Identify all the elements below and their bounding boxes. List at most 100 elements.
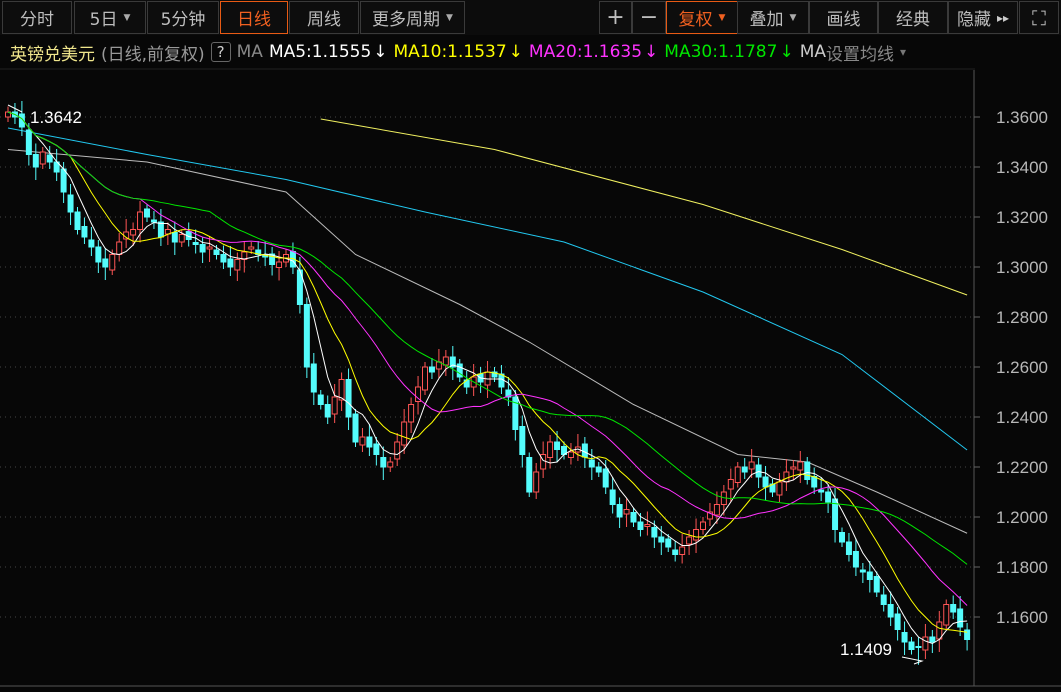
caret-down-icon: ▼ [718, 12, 726, 23]
toolbar: 分时 5日 ▼ 5分钟 日线 周线 更多周期 ▼ + − 复权 ▼ 叠加 ▼ 画线 经典 隐藏 ▸▸ ⛶ [0, 0, 1061, 35]
toolbar-button-2[interactable]: 画线 [809, 1, 878, 34]
tab-1[interactable]: 5日 ▼ [74, 1, 146, 34]
candle-up [109, 254, 116, 271]
ma-settings-label[interactable]: MA [800, 42, 826, 62]
ma20-line [7, 111, 968, 606]
candle-down [227, 258, 234, 268]
candle-down [81, 226, 88, 238]
candle-down [67, 194, 74, 213]
ma30-value: MA30:1.1787 [664, 42, 778, 62]
help-button[interactable]: ? [210, 42, 231, 62]
candle-down [915, 646, 922, 648]
candle-down [804, 461, 811, 480]
candle-up [734, 466, 741, 483]
candlestick-chart[interactable]: 1.3600 1.3400 1.3200 1.3000 1.2800 1.2600 1.24… [0, 0, 1061, 692]
candle-down [192, 242, 199, 245]
plus-icon: + [606, 5, 625, 30]
toolbar-button-1[interactable]: 叠加 ▼ [737, 1, 809, 34]
y-tick-label: 1.3600 [996, 108, 1048, 127]
double-arrow-icon: ▸▸ [996, 10, 1010, 25]
ma20-value: MA20:1.1635 [528, 42, 643, 62]
ma10-line [7, 111, 968, 633]
candle-down [880, 594, 887, 605]
candle-down [672, 549, 679, 555]
chart-mode: (日线,前复权) [101, 44, 205, 65]
candle-down [554, 441, 561, 450]
tab-0[interactable]: 分时 [2, 1, 72, 34]
candle-up [394, 441, 401, 460]
tab-2[interactable]: 5分钟 [147, 1, 219, 34]
tab-3[interactable]: 日线 [220, 1, 288, 34]
tab-label: 日线 [237, 10, 271, 30]
tab-5[interactable]: 更多周期 ▼ [360, 1, 465, 34]
ma-settings-button[interactable]: 设置均线 [826, 40, 894, 65]
y-tick-label: 1.3400 [996, 158, 1048, 177]
candle-down [526, 457, 533, 493]
tab-label: 5日 [89, 10, 118, 30]
y-tick-label: 1.1800 [996, 558, 1048, 577]
chevron-down-icon[interactable]: ▾ [900, 45, 906, 59]
candle-down [220, 254, 227, 263]
candle-down [839, 532, 845, 543]
caret-down-icon: ▼ [789, 12, 797, 23]
candle-down [324, 404, 331, 418]
candle-down [595, 466, 602, 473]
tab-label: 5分钟 [160, 10, 206, 30]
y-tick-label: 1.1600 [996, 608, 1048, 627]
ma30-line [7, 111, 968, 565]
candle-down [630, 512, 637, 523]
zoom-out-button[interactable]: − [632, 1, 666, 34]
candle-up [206, 246, 213, 250]
candle-down [637, 521, 644, 530]
candle-down [157, 221, 164, 238]
candle-down [908, 641, 915, 650]
y-tick-label: 1.2000 [996, 508, 1048, 527]
candle-down [345, 379, 352, 418]
candle-down [818, 489, 825, 493]
candle-up [359, 436, 366, 446]
candle-up [276, 261, 283, 268]
tab-label: 更多周期 [372, 10, 441, 30]
candle-up [783, 471, 790, 483]
toolbar-button-4[interactable]: 隐藏 ▸▸ [948, 1, 1018, 34]
candle-down [303, 304, 310, 368]
tab-label: 分时 [20, 10, 54, 30]
candle-down [811, 476, 818, 488]
candle-down [957, 608, 964, 628]
candle-up [547, 441, 554, 458]
candle-up [943, 604, 950, 626]
ma60-line [7, 149, 968, 534]
zoom-in-button[interactable]: + [599, 1, 632, 34]
y-tick-label: 1.3000 [996, 258, 1048, 277]
candle-down [25, 129, 32, 155]
down-arrow-icon: ↓ [779, 42, 794, 62]
toolbar-button-3[interactable]: 经典 [878, 1, 948, 34]
button-label: 画线 [826, 10, 861, 30]
y-tick-label: 1.2800 [996, 308, 1048, 327]
candle-down [150, 219, 157, 223]
candle-down [310, 363, 317, 393]
tab-4[interactable]: 周线 [289, 1, 359, 34]
fullscreen-button[interactable]: ⛶ [1019, 1, 1059, 34]
candle-up [567, 451, 574, 458]
candle-down [665, 538, 672, 548]
candle-up [408, 404, 415, 423]
candle-down [658, 536, 665, 543]
candle-down [651, 527, 658, 538]
candle-down [887, 604, 894, 618]
candle-up [922, 636, 929, 651]
candle-up [748, 461, 755, 470]
min-price-label: 1.1409 [840, 640, 892, 659]
ma120-line [7, 127, 968, 451]
candle-up [533, 471, 540, 493]
button-label: 经典 [896, 10, 930, 30]
candle-up [137, 211, 144, 230]
candle-down [950, 604, 957, 613]
toolbar-button-0[interactable]: 复权 ▼ [666, 1, 738, 34]
candle-down [866, 571, 873, 580]
instrument-title: 英镑兑美元 [10, 44, 95, 65]
button-label: 复权 [678, 10, 713, 30]
candle-up [679, 546, 686, 555]
candle-up [644, 524, 651, 527]
ma10-value: MA10:1.1537 [393, 42, 507, 62]
